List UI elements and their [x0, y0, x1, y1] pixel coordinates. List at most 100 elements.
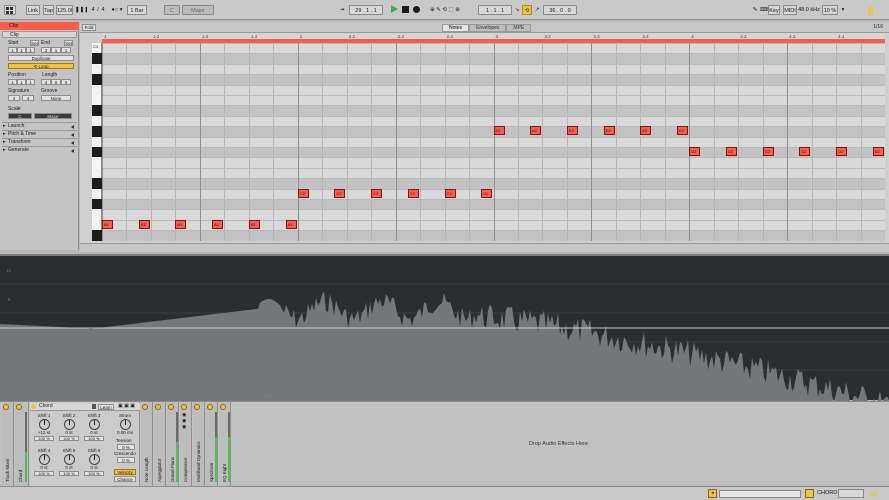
- midi-note[interactable]: D2: [872, 147, 884, 156]
- chord-device-collapsed[interactable]: Chord: [15, 402, 29, 486]
- record-icon[interactable]: [413, 6, 420, 13]
- device-controls-icons[interactable]: ◉ ◉ ◉: [182, 412, 186, 430]
- key-scale-select[interactable]: Major: [182, 5, 214, 15]
- start-bar-field[interactable]: 1: [8, 47, 17, 53]
- power-icon[interactable]: [181, 404, 187, 410]
- end-beat-field[interactable]: 1: [51, 47, 61, 53]
- arpeggiator-device[interactable]: Arpeggiator: [154, 402, 166, 486]
- black-key[interactable]: [92, 105, 102, 116]
- knob-dial-icon[interactable]: [88, 419, 100, 430]
- midi-note[interactable]: E2: [677, 126, 689, 136]
- clip-section-header[interactable]: Clip: [2, 31, 77, 38]
- position-sixteenth-field[interactable]: 1: [26, 79, 35, 85]
- black-key[interactable]: [92, 147, 102, 158]
- note-editor-scrollbar[interactable]: [80, 243, 889, 252]
- power-icon[interactable]: [168, 404, 174, 410]
- start-sixteenth-field[interactable]: 1: [26, 47, 35, 53]
- crescendo-field[interactable]: 0 %: [117, 457, 135, 463]
- midi-note[interactable]: D2: [725, 147, 737, 156]
- velocity-button[interactable]: Velocity: [114, 469, 136, 475]
- generate-section[interactable]: ▸ Generate: [2, 146, 77, 153]
- shift-1-knob[interactable]: Shift 1 +12 st 100 %: [32, 413, 56, 447]
- shift-6-knob[interactable]: Shift 6 0 st 100 %: [82, 448, 106, 482]
- scale-name-select[interactable]: Major: [34, 113, 72, 119]
- nudge-icon[interactable]: ❚❚❚: [75, 5, 87, 15]
- length-bar-field[interactable]: 4: [41, 79, 51, 85]
- play-icon[interactable]: [391, 5, 398, 13]
- multiband-dynamics-device[interactable]: Multiband Dynamics: [193, 402, 205, 486]
- position-beat-field[interactable]: 1: [17, 79, 26, 85]
- eq-eight-device[interactable]: EQ Eight: [219, 402, 231, 486]
- tab-notes[interactable]: Notes: [442, 24, 470, 32]
- computer-keyboard-icon[interactable]: ⌨: [760, 5, 768, 15]
- shift-2-knob[interactable]: Shift 2 0 st 100 %: [57, 413, 81, 447]
- black-key[interactable]: [92, 126, 102, 137]
- position-bar-field[interactable]: 1: [8, 79, 17, 85]
- black-key[interactable]: [92, 178, 102, 189]
- start-set-button[interactable]: Set: [30, 40, 39, 46]
- view-toggle-button[interactable]: [4, 5, 16, 15]
- midi-note[interactable]: C2: [371, 188, 383, 198]
- midi-note[interactable]: A1: [102, 219, 113, 229]
- duplicate-button[interactable]: Duplicate: [8, 55, 74, 61]
- midi-note[interactable]: E2: [640, 126, 652, 136]
- shift-3-knob[interactable]: Shift 3 0 st 100 %: [82, 413, 106, 447]
- power-icon[interactable]: [194, 404, 200, 410]
- arrow-left-icon[interactable]: ◂: [708, 489, 717, 498]
- tab-envelopes[interactable]: Envelopes: [469, 24, 507, 32]
- launch-section[interactable]: ▸ Launch: [2, 122, 77, 129]
- midi-note[interactable]: C2: [407, 188, 419, 198]
- midi-note[interactable]: D2: [689, 147, 701, 156]
- end-set-button[interactable]: Set: [64, 40, 73, 46]
- cpu-dropdown-icon[interactable]: ▾: [839, 5, 847, 15]
- midi-note[interactable]: E2: [493, 126, 505, 136]
- midi-note[interactable]: D2: [836, 147, 848, 156]
- track-mixer-device[interactable]: Track Mixer: [2, 402, 14, 486]
- loop-switch-button[interactable]: ⟲: [522, 5, 532, 15]
- midi-note[interactable]: C2: [334, 188, 346, 198]
- end-sixteenth-field[interactable]: 1: [61, 47, 71, 53]
- power-icon[interactable]: [207, 404, 213, 410]
- midi-note[interactable]: A1: [138, 219, 150, 229]
- midi-note[interactable]: E2: [566, 126, 578, 136]
- loop-button[interactable]: ⟲ Loop: [8, 63, 74, 69]
- midi-note[interactable]: A1: [175, 219, 187, 229]
- knob-dial-icon[interactable]: [63, 454, 75, 465]
- groove-select[interactable]: None: [41, 95, 71, 101]
- shift-4-knob[interactable]: Shift 4 0 st 100 %: [32, 448, 56, 482]
- knob-dial-icon[interactable]: [119, 419, 131, 430]
- note-grid[interactable]: A1 A1 A1 A1 A1 A1 C2 C2 C2 C2 C2 C2 E2 E2 E2 E2 E2 E2 D2 D2…: [102, 43, 885, 241]
- chance-button[interactable]: Chance: [114, 476, 136, 482]
- chord-mode-icon[interactable]: [805, 489, 814, 498]
- end-bar-field[interactable]: 3: [41, 47, 51, 53]
- overdub-automation-icons[interactable]: ⊕ ✎ ⟲ ⬚ ⊗: [425, 5, 465, 15]
- midi-note[interactable]: C2: [297, 188, 309, 198]
- loop-start-field[interactable]: 1 . 1 . 1: [478, 5, 512, 15]
- stop-icon[interactable]: [402, 6, 409, 13]
- note-length-device[interactable]: Note Length: [141, 402, 153, 486]
- velocity-field[interactable]: 100 %: [84, 471, 104, 476]
- compressor-device[interactable]: ◉ ◉ ◉ Compressor: [180, 402, 192, 486]
- power-icon[interactable]: [155, 404, 161, 410]
- black-key[interactable]: [92, 199, 102, 210]
- spectrum-device[interactable]: Spectrum: [206, 402, 218, 486]
- knob-dial-icon[interactable]: [63, 419, 75, 430]
- scale-root-select[interactable]: C: [8, 113, 32, 119]
- length-sixteenth-field[interactable]: 0: [61, 79, 71, 85]
- knob-dial-icon[interactable]: [38, 419, 50, 430]
- punch-in-icon[interactable]: ↘: [513, 5, 521, 15]
- signature-numerator-field[interactable]: 4: [8, 95, 20, 101]
- grand-piano-device[interactable]: Grand Piano: [167, 402, 179, 486]
- tap-button[interactable]: Tap: [43, 5, 54, 15]
- velocity-field[interactable]: 100 %: [59, 436, 79, 441]
- view-switch-icon[interactable]: ▮▮: [870, 490, 878, 498]
- tab-mpe[interactable]: MPE: [506, 24, 532, 32]
- chord-device-header[interactable]: Chord Learn ▣ ▣ ▣: [30, 403, 140, 411]
- power-icon[interactable]: [3, 404, 9, 410]
- midi-note[interactable]: C2: [444, 188, 456, 198]
- power-icon[interactable]: [220, 404, 226, 410]
- black-key[interactable]: [92, 74, 102, 85]
- midi-note[interactable]: A1: [285, 219, 297, 229]
- key-map-button[interactable]: Key: [768, 5, 780, 15]
- follow-icon[interactable]: ⇥: [338, 5, 346, 15]
